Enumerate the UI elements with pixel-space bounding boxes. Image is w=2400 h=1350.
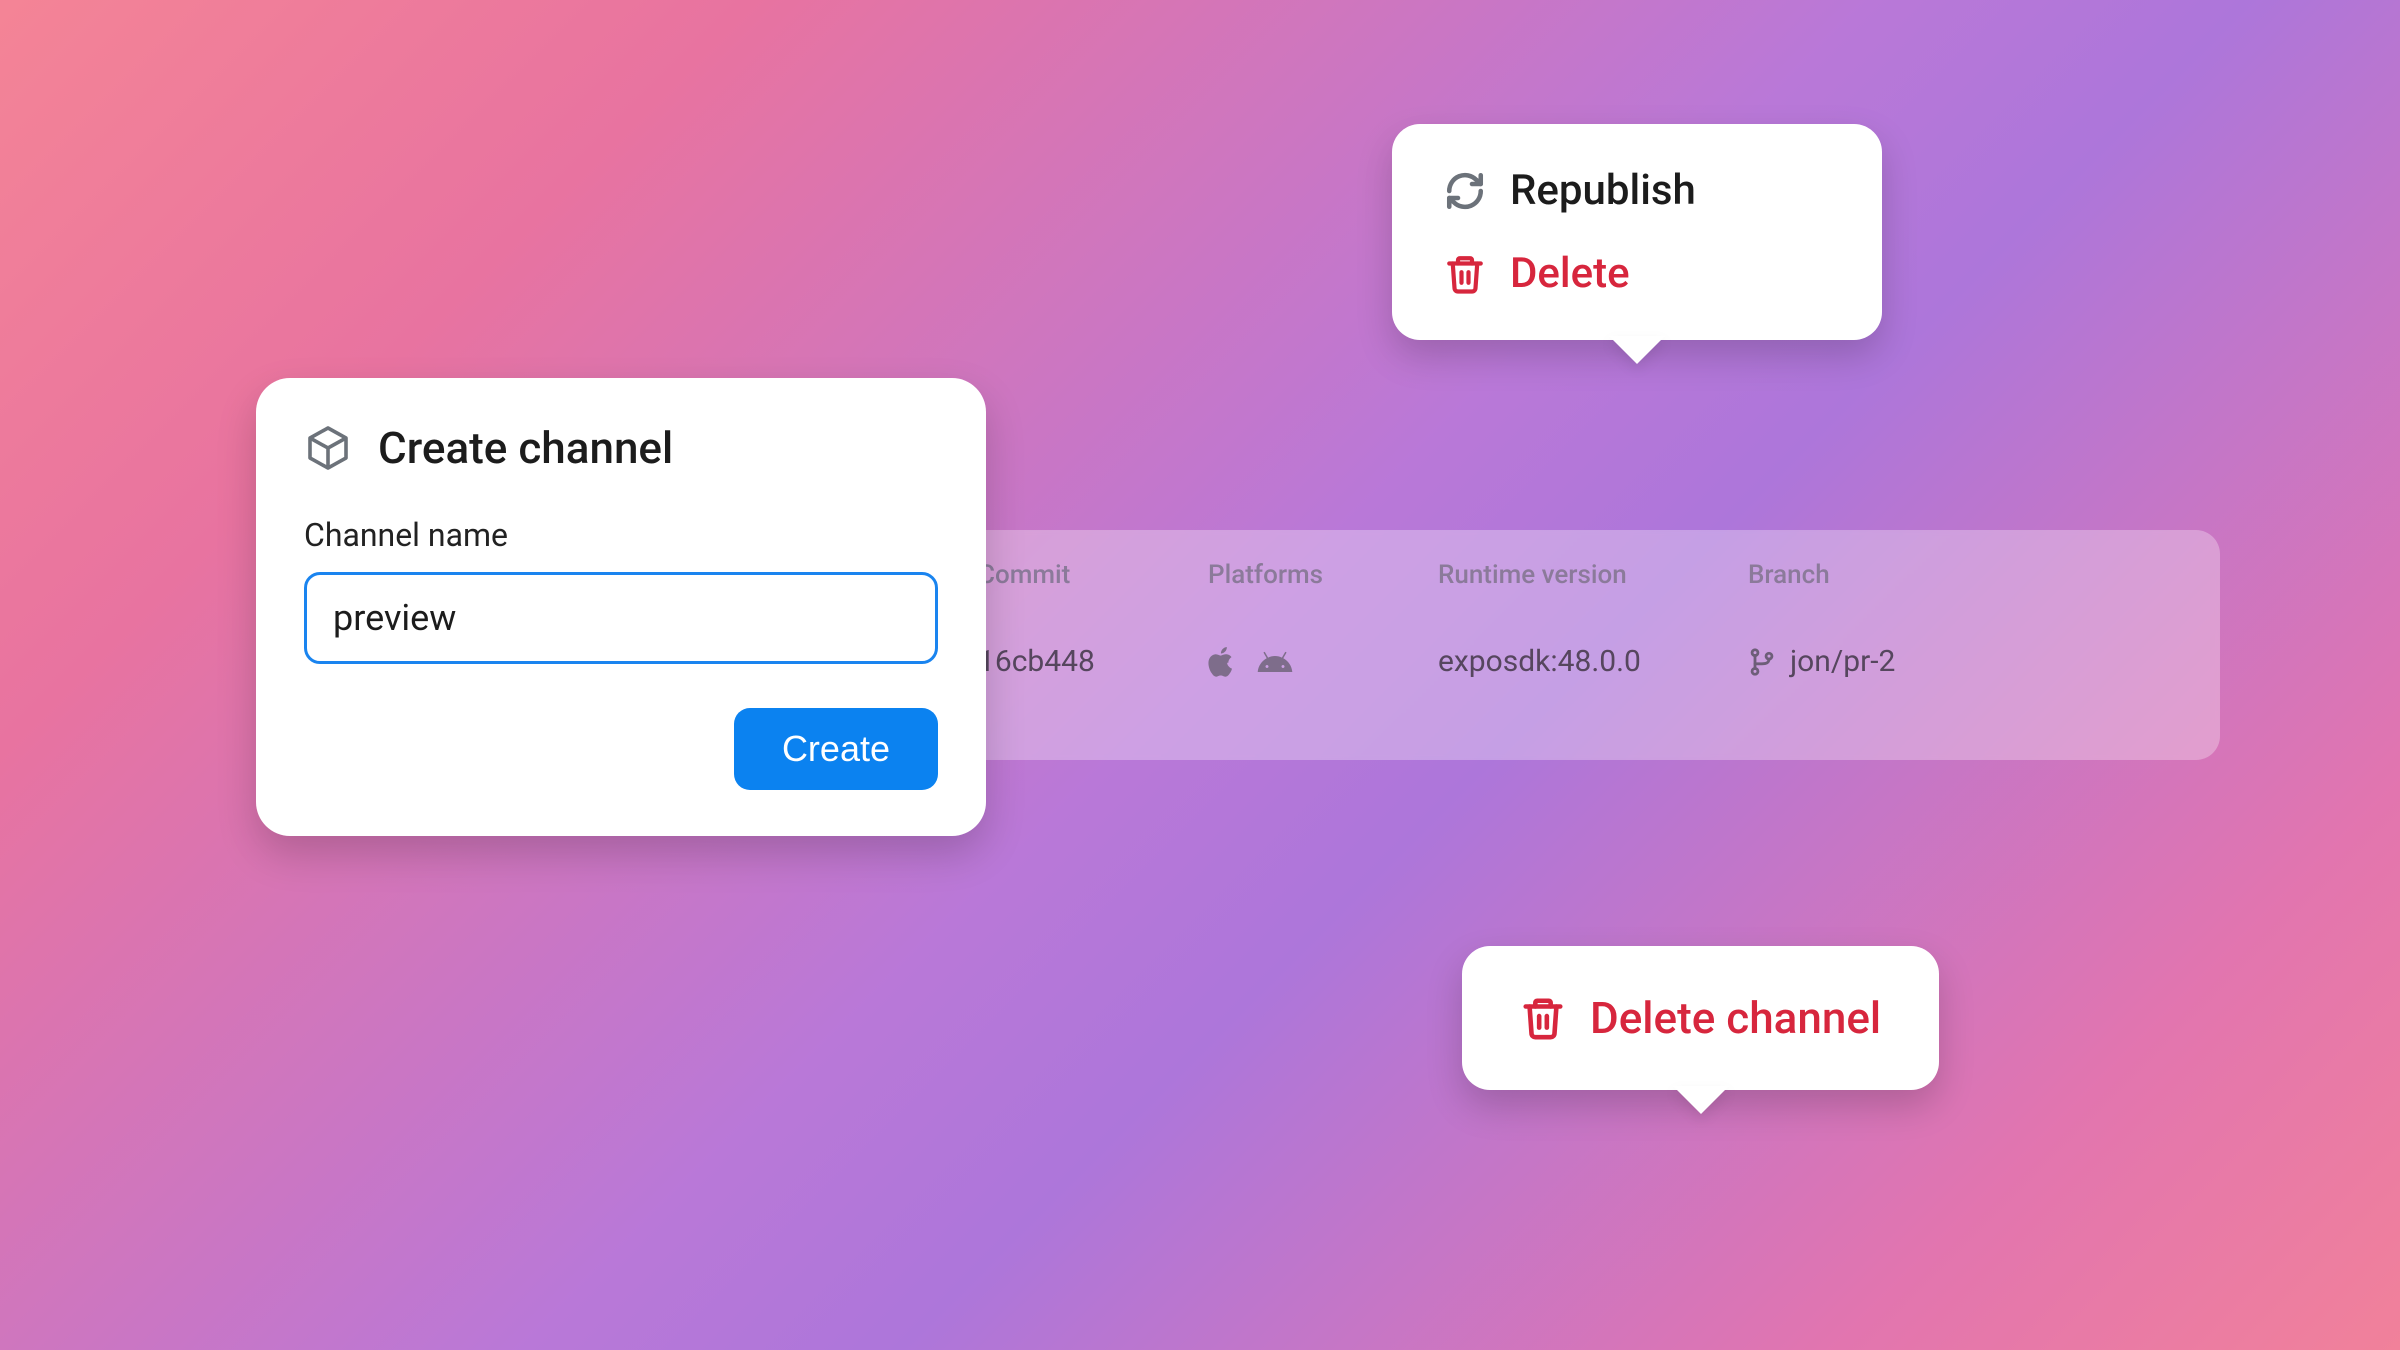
- platforms-cell: [1208, 645, 1438, 679]
- col-platforms: Platforms: [1208, 560, 1438, 590]
- republish-label: Republish: [1510, 166, 1696, 215]
- cube-icon: [304, 424, 352, 472]
- delete-menu-item[interactable]: Delete: [1444, 241, 1830, 306]
- republish-menu-item[interactable]: Republish: [1444, 158, 1830, 223]
- create-button[interactable]: Create: [734, 708, 938, 790]
- runtime-version: exposdk:48.0.0: [1438, 644, 1748, 679]
- delete-channel-menu-item[interactable]: Delete channel: [1520, 984, 1881, 1052]
- delete-label: Delete: [1510, 249, 1630, 298]
- updates-table: 23AM Commit Platforms Runtime version Br…: [930, 530, 2220, 760]
- channel-name-label: Channel name: [304, 516, 938, 554]
- table-row[interactable]: 16cb448 exposdk:48.0.0 jon/pr-2: [978, 644, 2172, 679]
- channel-name-input[interactable]: [304, 572, 938, 664]
- col-branch: Branch: [1748, 560, 2172, 590]
- android-icon: [1256, 650, 1294, 674]
- table-header-row: Commit Platforms Runtime version Branch: [978, 560, 2172, 590]
- create-channel-dialog: Create channel Channel name Create: [256, 378, 986, 836]
- apple-icon: [1208, 645, 1238, 679]
- commit-hash: 16cb448: [978, 644, 1208, 679]
- refresh-icon: [1444, 170, 1486, 212]
- delete-channel-menu: Delete channel: [1462, 946, 1939, 1090]
- git-branch-icon: [1748, 647, 1776, 677]
- trash-icon: [1444, 253, 1486, 295]
- dialog-title: Create channel: [378, 422, 673, 474]
- branch-cell: jon/pr-2: [1748, 644, 2172, 679]
- trash-icon: [1520, 995, 1566, 1041]
- col-commit: Commit: [978, 560, 1208, 590]
- row-context-menu: Republish Delete: [1392, 124, 1882, 340]
- branch-name: jon/pr-2: [1790, 644, 1895, 679]
- col-runtime: Runtime version: [1438, 560, 1748, 590]
- delete-channel-label: Delete channel: [1590, 992, 1881, 1044]
